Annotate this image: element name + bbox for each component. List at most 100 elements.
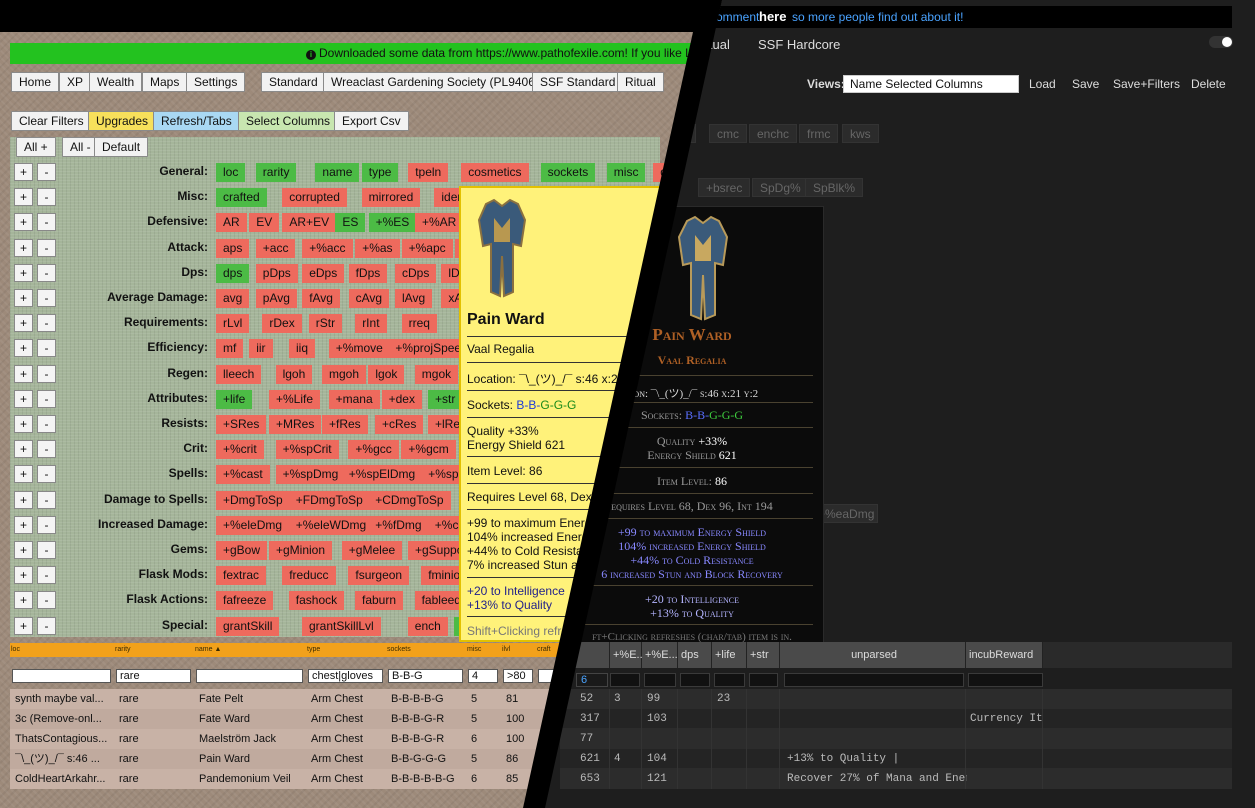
league-tab-standard[interactable]: Standard xyxy=(261,72,326,92)
column-toggle-chip[interactable]: +%spElDmg xyxy=(341,465,423,485)
column-toggle-chip[interactable]: +%move xyxy=(328,339,390,359)
views-delete-button[interactable]: Delete xyxy=(1185,74,1232,94)
column-toggle-chip[interactable]: corrupted xyxy=(282,188,347,208)
nav-home-button[interactable]: Home xyxy=(11,72,60,92)
filter-input-es[interactable] xyxy=(576,673,608,687)
column-header-misc[interactable]: misc xyxy=(467,643,481,657)
column-toggle-chip[interactable]: cDps xyxy=(395,263,437,283)
column-toggle-chip[interactable]: +fRes xyxy=(322,415,368,434)
column-toggle-chip[interactable]: lgok xyxy=(368,364,405,384)
default-button[interactable]: Default xyxy=(94,137,149,157)
dark-chip-cmc[interactable]: cmc xyxy=(709,124,747,143)
column-toggle-chip[interactable]: AR xyxy=(216,213,247,233)
column-toggle-chip[interactable]: +str xyxy=(428,389,463,409)
nav-maps-button[interactable]: Maps xyxy=(142,72,188,92)
column-toggle-chip[interactable]: +%gcm xyxy=(401,440,456,460)
all-plus-button[interactable]: All + xyxy=(16,137,56,157)
column-toggle-chip[interactable]: ES xyxy=(335,213,366,233)
column-toggle-chip[interactable]: +%eleDmg xyxy=(216,515,290,535)
column-toggle-chip[interactable]: eDps xyxy=(302,263,345,283)
column-header-type[interactable]: type xyxy=(307,643,320,657)
column-toggle-chip[interactable]: pAvg xyxy=(255,289,297,308)
column-toggle-chip[interactable]: name xyxy=(315,163,360,182)
dark-chip-spdg[interactable]: SpDg% xyxy=(752,178,809,197)
column-header-rarity[interactable]: rarity xyxy=(115,643,131,657)
column-toggle-chip[interactable]: rLvl xyxy=(216,314,250,334)
table-row[interactable]: 77 xyxy=(560,729,1232,749)
column-toggle-chip[interactable]: +%spDmg xyxy=(275,465,346,485)
column-toggle-chip[interactable]: EV xyxy=(249,213,280,233)
column-toggle-chip[interactable]: rarity xyxy=(255,163,297,182)
column-toggle-chip[interactable]: type xyxy=(361,163,399,182)
upgrades-button[interactable]: Upgrades xyxy=(88,111,157,131)
column-header-incubreward[interactable]: incubReward xyxy=(966,642,1043,668)
column-toggle-chip[interactable]: +%gcc xyxy=(348,440,399,460)
column-toggle-chip[interactable]: fDps xyxy=(348,263,388,283)
dark-chip-spblk[interactable]: SpBlk% xyxy=(805,178,864,197)
column-toggle-chip[interactable]: +%Life xyxy=(269,389,321,409)
select-columns-button[interactable]: Select Columns xyxy=(238,111,339,131)
league-tab-ssf-standard[interactable]: SSF Standard xyxy=(532,72,624,92)
column-toggle-chip[interactable]: grantSkillLvl xyxy=(302,616,381,636)
column-toggle-chip[interactable]: +SRes xyxy=(216,415,267,434)
column-toggle-chip[interactable]: mf xyxy=(216,339,244,359)
column-toggle-chip[interactable]: rInt xyxy=(355,314,387,334)
clear-filters-button[interactable]: Clear Filters xyxy=(11,111,92,131)
league-tab-wreaclast[interactable]: Wreaclast Gardening Society (PL9406) xyxy=(323,72,547,92)
column-header-name[interactable]: name ▲ xyxy=(195,643,221,657)
column-toggle-chip[interactable]: avg xyxy=(216,289,250,308)
theme-toggle[interactable] xyxy=(1209,36,1233,48)
column-header-unparsed[interactable]: unparsed xyxy=(780,642,966,668)
column-toggle-chip[interactable]: tpeln xyxy=(408,163,449,182)
column-toggle-chip[interactable]: mirrored xyxy=(361,188,421,208)
column-toggle-chip[interactable]: +dex xyxy=(381,389,422,409)
column-toggle-chip[interactable]: +acc xyxy=(255,238,296,258)
nav-xp-button[interactable]: XP xyxy=(59,72,92,92)
league-tab-ssf-hardcore[interactable]: SSF Hardcore xyxy=(752,35,846,55)
column-toggle-chip[interactable]: +%apc xyxy=(401,238,453,258)
column-toggle-chip[interactable]: lAvg xyxy=(395,289,433,308)
column-toggle-chip[interactable]: cosmetics xyxy=(461,163,529,182)
filter-input-str[interactable] xyxy=(749,673,778,687)
column-toggle-chip[interactable]: crafted xyxy=(216,188,267,208)
column-toggle-chip[interactable]: pDps xyxy=(255,263,298,283)
table-row[interactable]: 653 121 Recover 27% of Mana and Ener... xyxy=(560,769,1232,789)
column-toggle-chip[interactable]: +%as xyxy=(355,238,400,258)
filter-input-pes2[interactable] xyxy=(644,673,676,687)
column-toggle-chip[interactable]: +DmgToSp xyxy=(216,490,290,510)
column-toggle-chip[interactable]: +gBow xyxy=(216,541,268,560)
filter-input-type[interactable] xyxy=(308,669,383,683)
filter-input-life[interactable] xyxy=(714,673,745,687)
column-header-pes2[interactable]: +%E... xyxy=(642,642,678,668)
column-header-ilvl[interactable]: ilvl xyxy=(502,643,510,657)
column-toggle-chip[interactable]: fafreeze xyxy=(216,591,274,611)
filter-input-incub[interactable] xyxy=(968,673,1043,687)
table-row[interactable]: 621 4 104 +13% to Quality | xyxy=(560,749,1232,769)
export-csv-button[interactable]: Export Csv xyxy=(334,111,409,131)
table-row[interactable]: 52 3 99 23 xyxy=(560,689,1232,709)
column-toggle-chip[interactable]: +%acc xyxy=(302,238,353,258)
filter-input-rarity[interactable] xyxy=(116,669,191,683)
refresh-tabs-button[interactable]: Refresh/Tabs xyxy=(153,111,240,131)
column-toggle-chip[interactable]: fsurgeon xyxy=(348,566,410,586)
top-here-link[interactable]: here xyxy=(759,9,786,24)
filter-input-pes1[interactable] xyxy=(610,673,640,687)
column-toggle-chip[interactable]: +CDmgToSp xyxy=(368,490,451,510)
column-toggle-chip[interactable]: fashock xyxy=(288,591,345,611)
column-toggle-chip[interactable]: mgoh xyxy=(322,364,367,384)
column-toggle-chip[interactable]: +%spCrit xyxy=(275,440,339,460)
column-toggle-chip[interactable]: +mana xyxy=(328,389,380,409)
column-toggle-chip[interactable]: AR+EV xyxy=(282,213,337,233)
views-save-button[interactable]: Save xyxy=(1066,74,1105,94)
table-row[interactable]: 317 103 Currency It... xyxy=(560,709,1232,729)
column-header-pes1[interactable]: +%E... xyxy=(610,642,646,668)
column-toggle-chip[interactable]: +gMelee xyxy=(341,541,403,560)
column-toggle-chip[interactable]: +%fDmg xyxy=(368,515,429,535)
views-save-filters-button[interactable]: Save+Filters xyxy=(1107,74,1186,94)
column-toggle-chip[interactable]: aps xyxy=(216,238,250,258)
column-header-life[interactable]: +life xyxy=(712,642,747,668)
column-toggle-chip[interactable]: iir xyxy=(249,339,273,359)
nav-wealth-button[interactable]: Wealth xyxy=(89,72,143,92)
column-header-sockets[interactable]: sockets xyxy=(387,643,411,657)
column-toggle-chip[interactable]: +%ES xyxy=(368,213,417,233)
